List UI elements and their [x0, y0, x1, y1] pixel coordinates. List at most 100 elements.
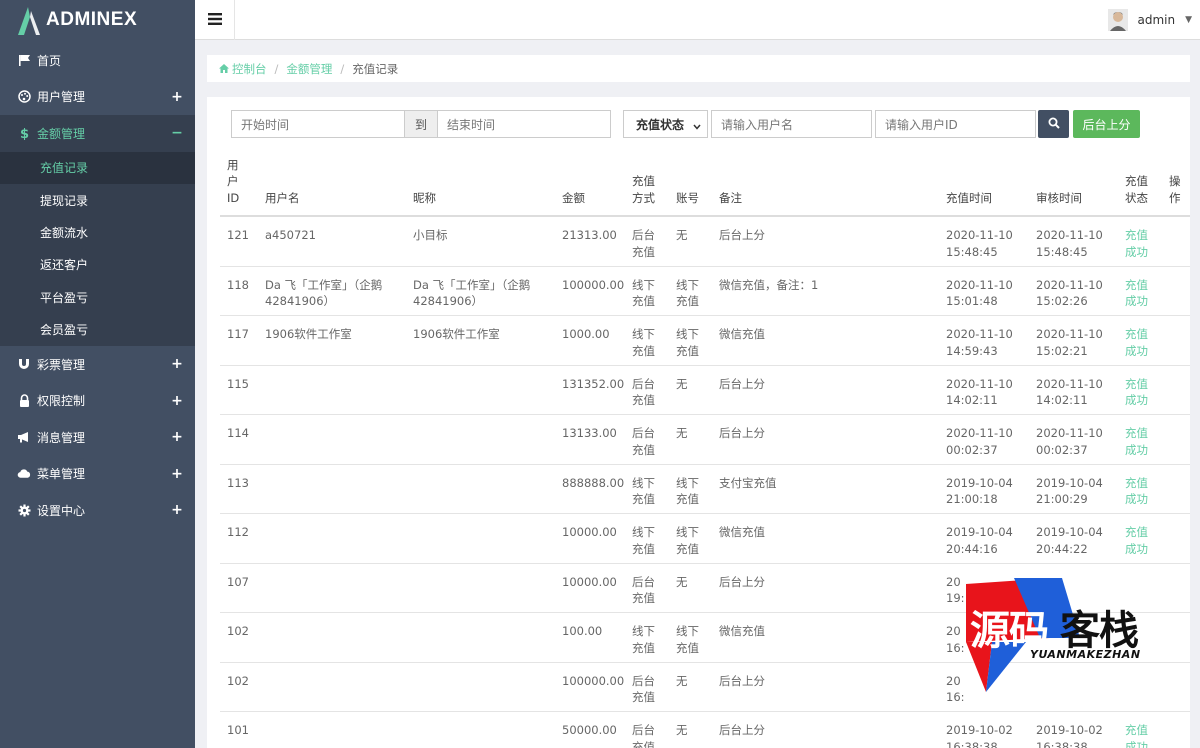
cell-account: 无 — [676, 228, 688, 242]
end-time-input[interactable]: 结束时间 — [437, 110, 611, 138]
cell-account: 无 — [676, 574, 688, 589]
cell-audit-time: 2019-10-02 16:38:38 — [1036, 723, 1103, 748]
cell-nickname: Da 飞「工作室」（企鹅 42841906） — [413, 277, 531, 309]
cell-remark: 后台上分 — [719, 574, 765, 589]
breadcrumb-separator: / — [274, 61, 279, 76]
cell-remark: 后台上分 — [719, 723, 765, 737]
logo[interactable]: ADMINEX — [0, 0, 195, 40]
cell-amount: 888888.00 — [562, 475, 625, 490]
cell-userid: 118 — [227, 277, 249, 292]
cell-recharge-time: 2020-11-10 14:02:11 — [946, 376, 1013, 408]
col-header-userid: 用 户 ID — [227, 157, 240, 205]
cell-audit-time: 2020-11-10 00:02:37 — [1036, 426, 1103, 457]
logo-mark-icon — [16, 5, 40, 35]
submenu-item-withdraw[interactable]: 提现记录 — [0, 184, 195, 216]
palette-icon — [17, 90, 31, 104]
col-header-method: 充值 方式 — [632, 174, 655, 205]
sidebar-item-menus[interactable]: 菜单管理 + — [0, 455, 195, 492]
breadcrumb-current: 充值记录 — [352, 61, 399, 76]
username-input[interactable]: 请输入用户名 — [711, 110, 872, 138]
breadcrumb-home-link[interactable]: 控制台 — [219, 61, 267, 77]
col-header-status: 充值 状态 — [1125, 174, 1148, 205]
col-header-action: 操 作 — [1169, 174, 1181, 205]
cell-userid: 114 — [227, 426, 249, 440]
submenu-item-flow[interactable]: 金额流水 — [0, 216, 195, 248]
logo-text: ADMINEX — [46, 9, 138, 30]
search-icon — [1048, 117, 1060, 132]
submenu-item-recharge[interactable]: 充值记录 — [0, 151, 195, 184]
cell-method: 后台 充值 — [632, 574, 655, 606]
flag-icon — [17, 53, 31, 67]
backend-topup-button[interactable]: 后台上分 — [1073, 110, 1140, 138]
cell-audit-time: 2020-11-10 15:48:45 — [1036, 228, 1103, 259]
gear-icon — [17, 503, 31, 517]
cell-account: 无 — [676, 376, 688, 391]
cell-account: 线下 充值 — [676, 277, 699, 309]
sidebar-item-messages[interactable]: 消息管理 + — [0, 419, 195, 456]
col-header-recharge-time: 充值时间 — [946, 190, 992, 205]
cell-username: a450721 — [265, 228, 316, 242]
cell-method: 线下 充值 — [632, 525, 655, 556]
table-header: 用 户 ID 用户名 昵称 金额 充值 方式 账号 备注 充值时间 审核时间 充… — [220, 152, 1190, 217]
breadcrumb-money-link[interactable]: 金额管理 — [286, 61, 332, 77]
cell-userid: 121 — [227, 228, 249, 242]
user-name: admin — [1137, 13, 1176, 27]
submenu-item-member-pl[interactable]: 会员盈亏 — [0, 313, 195, 345]
cell-account: 线下 充值 — [676, 624, 699, 655]
cell-account: 线下 充值 — [676, 525, 699, 556]
top-header: admin ▼ — [195, 0, 1200, 40]
cell-userid: 112 — [227, 525, 249, 539]
search-button[interactable] — [1038, 110, 1069, 138]
sidebar-item-money[interactable]: $ 金额管理 − — [0, 115, 195, 152]
submenu-item-platform-pl[interactable]: 平台盈亏 — [0, 281, 195, 313]
cell-account: 线下 充值 — [676, 327, 699, 358]
hamburger-icon — [207, 12, 222, 28]
table-row: 118 Da 飞「工作室」（企鹅 42841906） Da 飞「工作室」（企鹅 42… — [220, 267, 1190, 316]
watermark-logo: 源码 客栈 YUANMAKEZHAN — [962, 576, 1152, 696]
cell-remark: 微信充值 — [719, 624, 765, 638]
cell-remark: 后台上分 — [719, 426, 765, 440]
cell-amount: 100.00 — [562, 624, 603, 638]
sidebar-item-settings[interactable]: 设置中心 + — [0, 492, 195, 529]
to-label: 到 — [404, 110, 438, 138]
cell-remark: 微信充值，备注：1 — [719, 277, 819, 292]
cell-account: 线下 充值 — [676, 475, 699, 507]
cell-recharge-time: 2020-11-10 15:01:48 — [946, 277, 1013, 309]
sidebar-item-permissions[interactable]: 权限控制 + — [0, 382, 195, 419]
cell-method: 线下 充值 — [632, 327, 655, 358]
sidebar-item-users[interactable]: 用户管理 + — [0, 79, 195, 116]
cell-account: 无 — [676, 723, 688, 737]
cell-remark: 后台上分 — [719, 673, 765, 688]
cell-amount: 21313.00 — [562, 228, 617, 242]
table-row: 114 13133.00 后台 充值 无 后台上分 2020-11-10 00:02:37… — [220, 415, 1190, 465]
cell-method: 后台 充值 — [632, 673, 655, 705]
col-header-nickname: 昵称 — [413, 190, 436, 205]
sidebar-toggle-button[interactable] — [195, 0, 235, 40]
magnet-icon — [17, 357, 31, 371]
cell-method: 后台 充值 — [632, 426, 655, 457]
cell-userid: 102 — [227, 624, 249, 638]
cell-amount: 131352.00 — [562, 376, 625, 391]
start-time-input[interactable]: 开始时间 — [231, 110, 405, 138]
cell-method: 后台 充值 — [632, 228, 655, 259]
sidebar-item-home[interactable]: 首页 — [0, 42, 195, 79]
cell-account: 无 — [676, 673, 688, 688]
cloud-icon — [17, 467, 31, 481]
sidebar-item-lottery[interactable]: 彩票管理 + — [0, 346, 195, 383]
cell-amount: 50000.00 — [562, 723, 617, 737]
cell-userid: 107 — [227, 574, 249, 589]
sidebar: ADMINEX 首页 用户管理 + $ 金额管理 − 充值记录 提现记录 金额流… — [0, 0, 195, 748]
cell-status: 充值 成功 — [1125, 228, 1148, 259]
status-select[interactable]: 充值状态 — [623, 110, 708, 138]
cell-status: 充值 成功 — [1125, 327, 1148, 358]
submenu-item-refund[interactable]: 返还客户 — [0, 249, 195, 281]
cell-account: 无 — [676, 426, 688, 440]
col-header-username: 用户名 — [265, 190, 300, 205]
cell-nickname: 小目标 — [413, 228, 448, 242]
cell-username: Da 飞「工作室」（企鹅 42841906） — [265, 277, 383, 309]
cell-method: 线下 充值 — [632, 475, 655, 507]
user-menu[interactable]: admin ▼ — [1108, 8, 1192, 32]
cell-remark: 微信充值 — [719, 327, 765, 341]
table-row: 115 131352.00 后台 充值 无 后台上分 2020-11-10 14:02:1… — [220, 366, 1190, 415]
userid-input[interactable]: 请输入用户ID — [875, 110, 1036, 138]
